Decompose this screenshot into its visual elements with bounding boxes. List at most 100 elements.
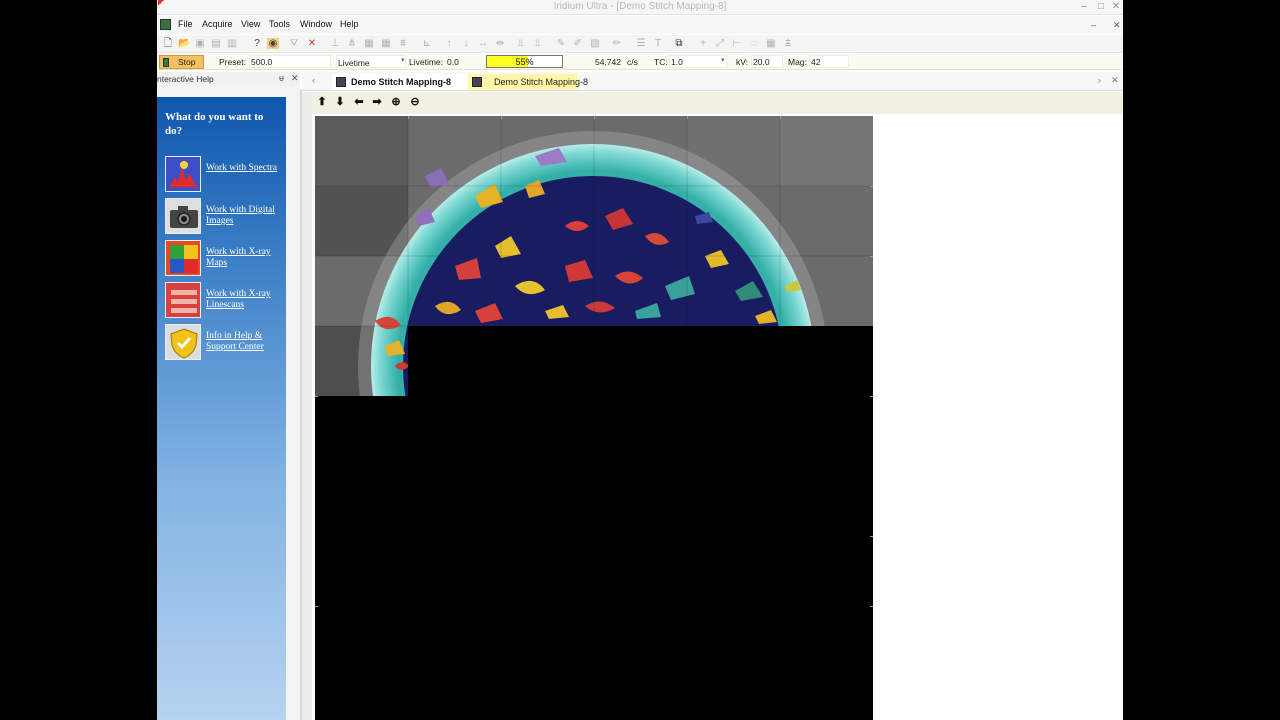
menu-tools[interactable]: Tools	[269, 19, 290, 29]
map-document-icon	[336, 77, 346, 87]
mag-label: Mag:	[788, 57, 807, 67]
arrow-down-icon[interactable]: ↓	[460, 38, 472, 49]
tc-select[interactable]: 1.0	[669, 55, 727, 68]
preset-input[interactable]: 500.0	[249, 55, 331, 68]
arrow-down-icon[interactable]: ⬇	[332, 94, 348, 110]
save-icon[interactable]: ▣	[194, 38, 206, 49]
arrow-right-icon[interactable]: ➡	[369, 94, 385, 110]
chevron-down-icon[interactable]: ▾	[721, 56, 725, 64]
pin-icon[interactable]: ᵾ	[279, 73, 284, 83]
arrow-up-icon[interactable]: ⬆	[314, 94, 330, 110]
acquisition-bar: Stop Preset: 500.0 Livetime ▾ Livetime: …	[157, 54, 1123, 70]
menu-acquire[interactable]: Acquire	[202, 19, 233, 29]
line-icon[interactable]: ⊢	[731, 38, 743, 49]
pencil-icon[interactable]: ✏	[611, 38, 623, 49]
help-question: What do you want to do?	[165, 111, 264, 137]
xray-maps-icon	[165, 240, 201, 276]
edit-chart-icon[interactable]: ✐	[572, 38, 584, 49]
help-item-label: Work with X-ray Linescans	[206, 289, 271, 310]
tab-demo-stitch-mapping[interactable]: Demo Stitch Mapping-8	[468, 74, 588, 90]
tile-tick	[870, 256, 873, 257]
tile-tick	[315, 396, 318, 397]
menu-help[interactable]: Help	[340, 19, 359, 29]
menu-view[interactable]: View	[241, 19, 260, 29]
kv-input[interactable]: 20.0	[751, 55, 783, 68]
stop-icon	[163, 58, 169, 67]
help-item-digital-images[interactable]: Work with Digital Images	[165, 198, 283, 236]
menu-file[interactable]: File	[178, 19, 193, 29]
close-icon[interactable]: ✕	[1111, 75, 1119, 86]
circle-icon[interactable]: ◌	[748, 38, 760, 49]
zoom-in-icon[interactable]: ⊕	[388, 94, 404, 110]
mode-select[interactable]: Livetime	[336, 55, 406, 68]
main-toolbar: 🗋 📂 ▣ ▤ ▥ ? ◉ ⛛ ✕ ⊥ ⋔ ▦ ▦ ⩩ ⊾ ↑ ↓ ↔ ⇹ ⫫ …	[157, 35, 1123, 53]
arrow-left-icon[interactable]: ⬅	[351, 94, 367, 110]
progress-bar: 55%	[486, 55, 563, 68]
help-item-help-center[interactable]: Info in Help & Support Center	[165, 324, 283, 362]
grid-icon[interactable]: ▦	[765, 38, 777, 49]
app-window: Iridium Ultra - [Demo Stitch Mapping-8] …	[157, 0, 1123, 720]
title-bar: Iridium Ultra - [Demo Stitch Mapping-8] …	[157, 0, 1123, 15]
bars-icon[interactable]: ⫫	[515, 38, 527, 49]
filter-icon[interactable]: ⛛	[288, 38, 300, 49]
stack2-icon[interactable]: ▦	[380, 38, 392, 49]
expand-h-icon[interactable]: ↔	[477, 38, 489, 49]
count-rate-value: 54,742	[595, 57, 621, 67]
bars2-icon[interactable]: ⫫	[532, 38, 544, 49]
minimize-button[interactable]: –	[1077, 0, 1091, 14]
arrow-up-icon[interactable]: ↑	[443, 38, 455, 49]
new-file-icon[interactable]: 🗋	[162, 38, 174, 49]
mode-value: Livetime	[338, 58, 370, 68]
tile-tick	[870, 396, 873, 397]
tile-tick	[870, 606, 873, 607]
sum-icon[interactable]: ⩲	[782, 38, 794, 49]
chevron-right-icon[interactable]: ›	[1098, 75, 1101, 85]
delete-spectrum-icon[interactable]: ✕	[306, 38, 318, 49]
help-panel: What do you want to do? Work with Spectr…	[157, 97, 286, 720]
print-icon[interactable]: ▥	[226, 38, 238, 49]
document-menu-icon[interactable]	[160, 19, 171, 30]
stack-icon[interactable]: ▦	[363, 38, 375, 49]
crosshair-icon[interactable]: +	[697, 38, 709, 49]
livetime-label: Livetime:	[409, 57, 444, 67]
help-item-label: Work with Spectra	[206, 163, 277, 173]
shrink-h-icon[interactable]: ⇹	[494, 38, 506, 49]
help-item-label: Work with Digital Images	[206, 205, 275, 226]
kv-value: 20.0	[753, 57, 770, 67]
peak-icon[interactable]: ⊥	[329, 38, 341, 49]
mag-value: 42	[811, 57, 821, 67]
save-all-icon[interactable]: ▤	[210, 38, 222, 49]
spectra-icon	[165, 156, 201, 192]
help-item-xray-linescans[interactable]: Work with X-ray Linescans	[165, 282, 283, 320]
peak-grid-icon[interactable]: ⋔	[346, 38, 358, 49]
help-item-spectra[interactable]: Work with Spectra	[165, 156, 283, 194]
zoom-out-icon[interactable]: ⊖	[407, 94, 423, 110]
close-button[interactable]: ✕	[1109, 0, 1123, 14]
pen-icon[interactable]: ✎	[555, 38, 567, 49]
mag-input[interactable]: 42	[809, 55, 849, 68]
chevron-down-icon[interactable]: ▾	[401, 56, 405, 64]
copy-image-icon[interactable]: ⧉	[673, 38, 685, 49]
menu-window[interactable]: Window	[300, 19, 332, 29]
maximize-button[interactable]: □	[1094, 0, 1108, 14]
stitched-map-canvas[interactable]	[315, 116, 873, 720]
window-title: Iridium Ultra - [Demo Stitch Mapping-8]	[553, 1, 727, 12]
table-icon[interactable]: ☰	[635, 38, 647, 49]
close-icon[interactable]: ✕	[291, 73, 299, 84]
help-item-xray-maps[interactable]: Work with X-ray Maps	[165, 240, 283, 278]
open-folder-icon[interactable]: 📂	[178, 38, 190, 49]
mdi-minimize-button[interactable]: –	[1091, 20, 1096, 30]
tab-demo-stitch-mapping-active[interactable]: Demo Stitch Mapping-8	[332, 74, 490, 90]
text-icon[interactable]: T	[652, 38, 664, 49]
mdi-close-button[interactable]: ✕	[1113, 20, 1121, 31]
axis-icon[interactable]: ⊾	[421, 38, 433, 49]
document-area: ⬆ ⬇ ⬅ ➡ ⊕ ⊖	[302, 92, 1123, 720]
chevron-left-icon[interactable]: ‹	[312, 75, 315, 85]
chart-icon[interactable]: ▧	[589, 38, 601, 49]
diagonal-icon[interactable]: ⤢	[714, 38, 726, 49]
tab-label: Demo Stitch Mapping-8	[351, 77, 452, 87]
comb-icon[interactable]: ⩩	[397, 38, 409, 49]
eye-icon[interactable]: ◉	[267, 38, 279, 49]
help-pointer-icon[interactable]: ?	[251, 38, 263, 49]
stop-button[interactable]: Stop	[159, 55, 204, 69]
